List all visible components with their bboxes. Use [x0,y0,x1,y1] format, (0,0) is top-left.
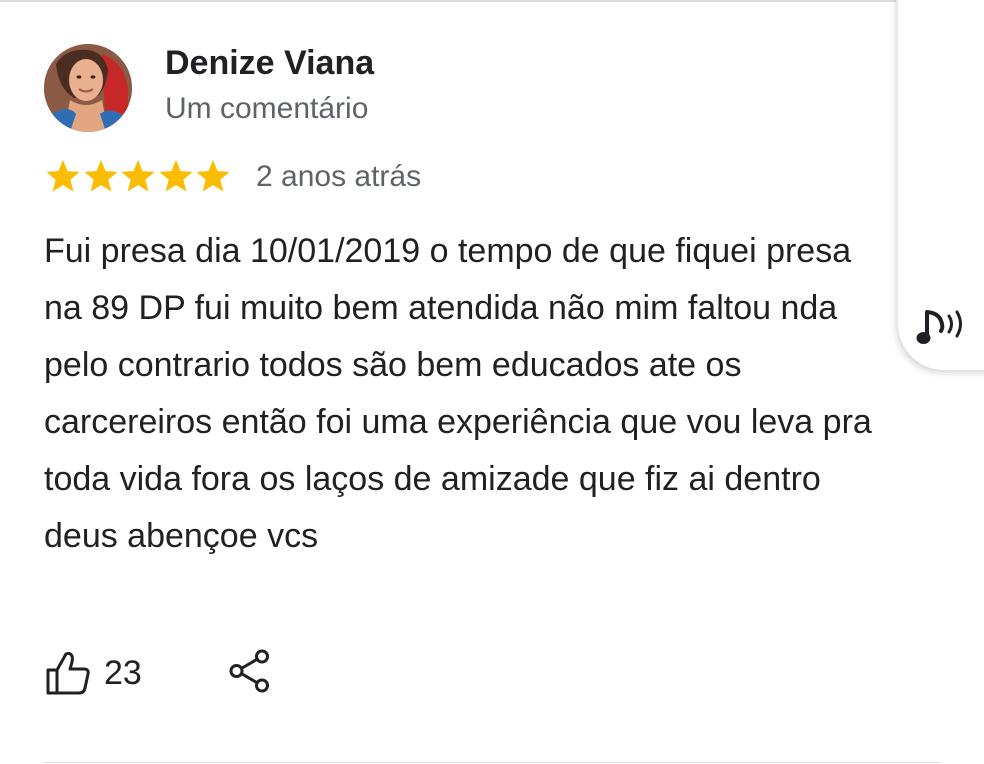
avatar-photo [44,44,132,132]
star-icon [196,159,230,192]
star-icon [83,159,118,192]
like-count: 23 [104,653,142,692]
bottom-divider [44,762,940,763]
star-icon [46,159,80,192]
avatar[interactable] [44,44,132,132]
share-button[interactable] [228,648,272,694]
star-icon [158,159,193,192]
star-rating [44,156,232,196]
read-aloud-icon [916,310,962,344]
read-aloud-button[interactable] [914,300,974,356]
like-button[interactable]: 23 [44,650,142,696]
review-text: Fui presa dia 10/01/2019 o tempo de que … [44,232,872,555]
top-divider [0,0,896,2]
share-icon [229,649,269,693]
author-review-count: Um comentário [165,92,369,125]
star-icon [121,159,155,192]
author-name[interactable]: Denize Viana [165,44,374,83]
thumbs-up-icon [46,651,90,695]
review-time: 2 anos atrás [256,160,422,193]
